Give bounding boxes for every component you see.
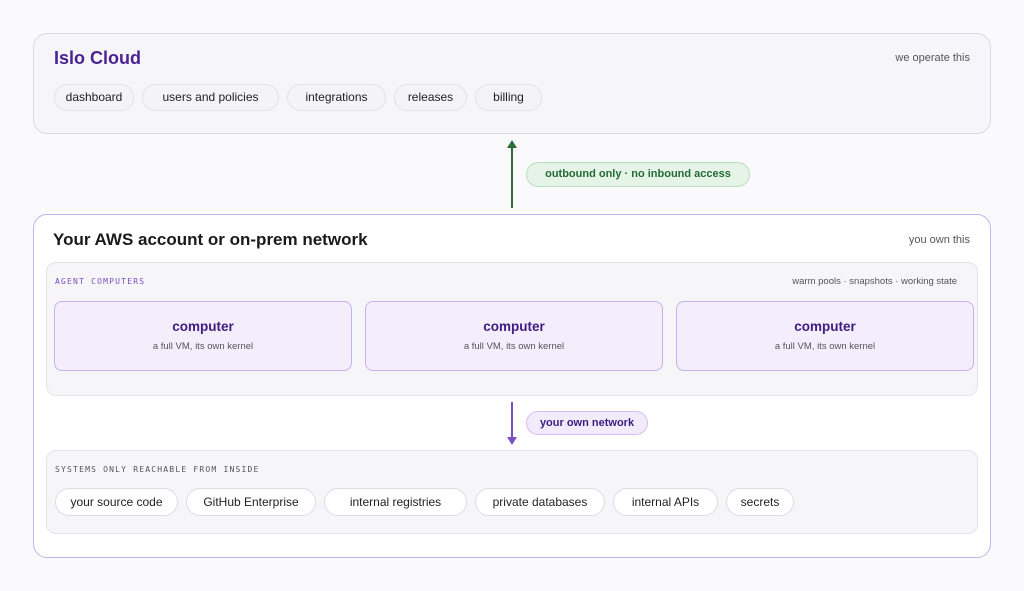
computer-card: computer a full VM, its own kernel [54, 301, 352, 371]
cloud-title: Islo Cloud [54, 48, 141, 68]
agent-computers-note: warm pools · snapshots · working state [792, 276, 957, 287]
computer-cards: computer a full VM, its own kernel compu… [54, 301, 974, 371]
pill-releases: releases [394, 84, 467, 111]
pill-billing: billing [475, 84, 542, 111]
computer-card: computer a full VM, its own kernel [676, 301, 974, 371]
computer-title: computer [483, 319, 545, 334]
own-network-badge: your own network [526, 411, 648, 435]
agent-computers-panel: AGENT COMPUTERS warm pools · snapshots ·… [46, 262, 978, 396]
cloud-feature-pills: dashboard users and policies integration… [54, 84, 542, 111]
computer-title: computer [794, 319, 856, 334]
network-arrow-down-icon [507, 402, 517, 445]
pill-users-and-policies: users and policies [142, 84, 279, 111]
agent-computers-label: AGENT COMPUTERS [55, 277, 146, 286]
internal-systems-panel: SYSTEMS ONLY REACHABLE FROM INSIDE your … [46, 450, 978, 534]
pill-internal-apis: internal APIs [613, 488, 718, 516]
pill-github-enterprise: GitHub Enterprise [186, 488, 316, 516]
cloud-ownership-note: we operate this [895, 52, 970, 64]
pill-internal-registries: internal registries [324, 488, 467, 516]
computer-subtitle: a full VM, its own kernel [152, 341, 254, 352]
computer-card: computer a full VM, its own kernel [365, 301, 663, 371]
computer-subtitle: a full VM, its own kernel [774, 341, 876, 352]
aws-ownership-note: you own this [908, 234, 970, 246]
outbound-only-badge: outbound only · no inbound access [526, 162, 750, 187]
pill-dashboard: dashboard [54, 84, 134, 111]
pill-secrets: secrets [726, 488, 794, 516]
pill-source-code: your source code [55, 488, 178, 516]
pill-private-databases: private databases [475, 488, 605, 516]
internal-systems-pills: your source code GitHub Enterprise inter… [55, 488, 794, 516]
internal-systems-label: SYSTEMS ONLY REACHABLE FROM INSIDE [55, 465, 260, 474]
computer-title: computer [172, 319, 234, 334]
computer-subtitle: a full VM, its own kernel [463, 341, 565, 352]
aws-network-box: Your AWS account or on-prem network you … [33, 214, 991, 558]
outbound-arrow-up-icon [507, 140, 517, 208]
aws-title: Your AWS account or on-prem network [53, 230, 368, 249]
islo-cloud-box: Islo Cloud we operate this dashboard use… [33, 33, 991, 134]
pill-integrations: integrations [287, 84, 386, 111]
